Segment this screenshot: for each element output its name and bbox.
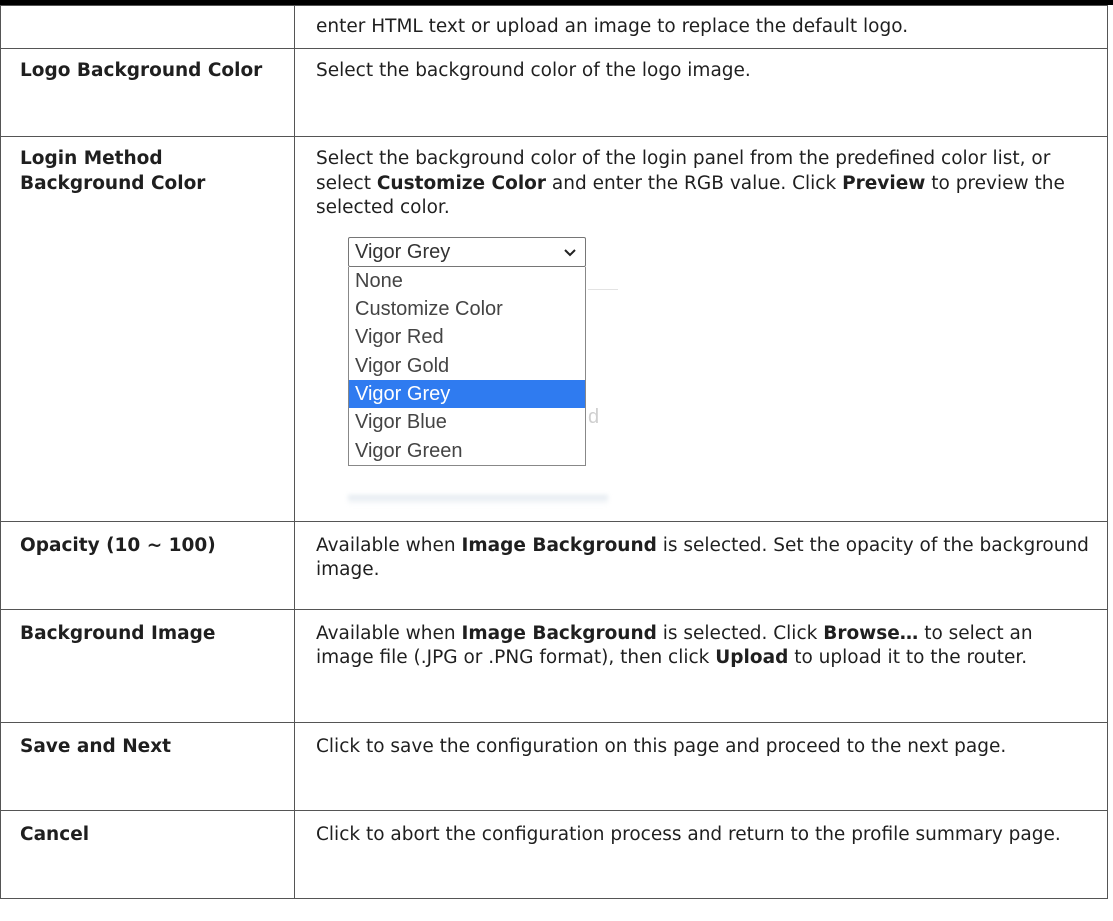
option-vigor-red[interactable]: Vigor Red [349, 323, 585, 351]
keyword: Upload [715, 647, 789, 668]
selected-value: Vigor Grey [355, 240, 451, 263]
background-ghost-line [588, 288, 618, 290]
dropdown-options-list: None Customize Color Vigor Red Vigor Gol… [348, 266, 586, 467]
row-term: Login Method Background Color [0, 136, 295, 522]
background-ghost-blur [348, 494, 608, 505]
option-customize-color[interactable]: Customize Color [349, 295, 585, 323]
color-select[interactable]: Vigor Grey [348, 236, 586, 267]
row-term: Opacity (10 ~ 100) [0, 520, 295, 610]
option-vigor-blue[interactable]: Vigor Blue [349, 408, 585, 436]
keyword: Image Background [461, 622, 657, 644]
row-term: Cancel [0, 809, 295, 899]
chevron-down-icon [564, 248, 576, 256]
keyword: Customize Color [376, 172, 547, 194]
row-description: enter HTML text or upload an image to re… [294, 5, 1108, 49]
table-row: Login Method Background Color Select the… [0, 136, 1108, 522]
row-term [0, 5, 295, 49]
keyword: Browse… [823, 622, 919, 644]
row-term: Background Image [0, 608, 295, 723]
row-description: Available when Image Background is selec… [294, 520, 1108, 610]
row-description: Select the background color of the login… [294, 136, 1108, 522]
row-description: Click to save the configuration on this … [294, 721, 1108, 811]
option-vigor-green[interactable]: Vigor Green [349, 437, 585, 465]
row-term: Logo Background Color [0, 48, 295, 137]
table-row: Cancel Click to abort the configuration … [0, 809, 1108, 899]
parameter-table: enter HTML text or upload an image to re… [0, 5, 1108, 899]
row-description: Click to abort the configuration process… [294, 809, 1108, 899]
keyword: Image Background [461, 534, 657, 556]
table-row: enter HTML text or upload an image to re… [0, 5, 1108, 49]
option-vigor-gold[interactable]: Vigor Gold [349, 352, 585, 380]
keyword: Preview [842, 172, 926, 194]
row-description: Select the background color of the logo … [294, 48, 1108, 137]
option-none[interactable]: None [349, 267, 585, 295]
row-description: Available when Image Background is selec… [294, 608, 1108, 723]
table-row: Save and Next Click to save the configur… [0, 721, 1108, 811]
option-vigor-grey[interactable]: Vigor Grey [349, 380, 585, 409]
table-row: Background Image Available when Image Ba… [0, 608, 1108, 723]
row-term: Save and Next [0, 721, 295, 811]
color-dropdown-illustration: Vigor Grey None Customize Color Vigor Re… [348, 236, 628, 505]
table-row: Logo Background Color Select the backgro… [0, 48, 1108, 137]
table-row: Opacity (10 ~ 100) Available when Image … [0, 520, 1108, 610]
background-ghost-text: d [588, 405, 600, 428]
